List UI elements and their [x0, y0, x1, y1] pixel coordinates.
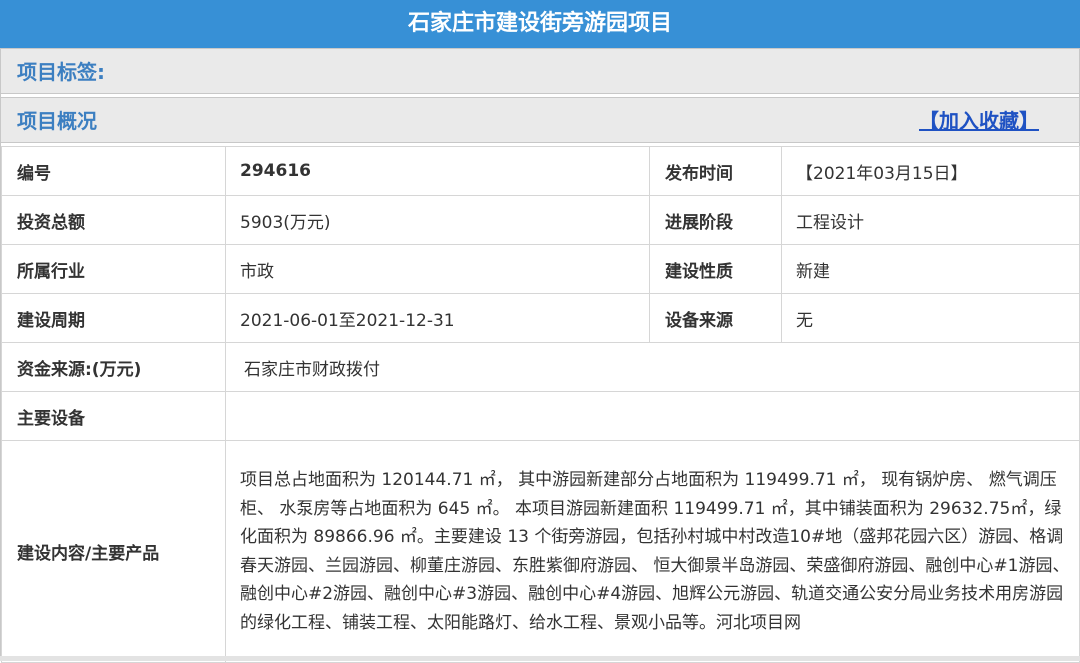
page-title: 石家庄市建设街旁游园项目: [0, 0, 1080, 48]
investment-value: 5903(万元): [225, 195, 650, 245]
table-row: 主要设备: [1, 391, 1080, 441]
industry-value: 市政: [225, 244, 650, 294]
equipment-source-value: 无: [781, 293, 1080, 343]
tags-section: 项目标签:: [1, 48, 1079, 94]
fund-source-label: 资金来源:(万元): [1, 342, 226, 392]
fund-source-value: 石家庄市财政拨付: [225, 342, 1080, 392]
main-equipment-value: [225, 391, 1080, 441]
overview-section: 项目概况 【加入收藏】: [1, 97, 1079, 143]
table-row: 投资总额 5903(万元) 进展阶段 工程设计: [1, 195, 1080, 245]
publish-time-value: 【2021年03月15日】: [781, 146, 1080, 196]
id-label: 编号: [1, 146, 226, 196]
tags-label: 项目标签:: [17, 60, 105, 84]
nature-value: 新建: [781, 244, 1080, 294]
industry-label: 所属行业: [1, 244, 226, 294]
table-row: 建设周期 2021-06-01至2021-12-31 设备来源 无: [1, 293, 1080, 343]
publish-time-label: 发布时间: [649, 146, 782, 196]
id-value: 294616: [225, 146, 650, 196]
project-info-table: 编号 294616 发布时间 【2021年03月15日】 投资总额 5903(万…: [1, 146, 1080, 663]
period-label: 建设周期: [1, 293, 226, 343]
table-row: 编号 294616 发布时间 【2021年03月15日】: [1, 146, 1080, 196]
content-label: 建设内容/主要产品: [1, 440, 226, 663]
equipment-source-label: 设备来源: [649, 293, 782, 343]
investment-label: 投资总额: [1, 195, 226, 245]
overview-label: 项目概况: [17, 109, 97, 133]
table-row: 建设内容/主要产品 项目总占地面积为 120144.71 ㎡， 其中游园新建部分…: [1, 440, 1080, 663]
content-value: 项目总占地面积为 120144.71 ㎡， 其中游园新建部分占地面积为 1194…: [225, 440, 1080, 663]
period-value: 2021-06-01至2021-12-31: [225, 293, 650, 343]
table-row: 资金来源:(万元) 石家庄市财政拨付: [1, 342, 1080, 392]
nature-label: 建设性质: [649, 244, 782, 294]
table-row: 所属行业 市政 建设性质 新建: [1, 244, 1080, 294]
bottom-divider: [0, 656, 1080, 661]
stage-label: 进展阶段: [649, 195, 782, 245]
add-to-favorites-link[interactable]: 【加入收藏】: [919, 98, 1039, 144]
stage-value: 工程设计: [781, 195, 1080, 245]
main-equipment-label: 主要设备: [1, 391, 226, 441]
